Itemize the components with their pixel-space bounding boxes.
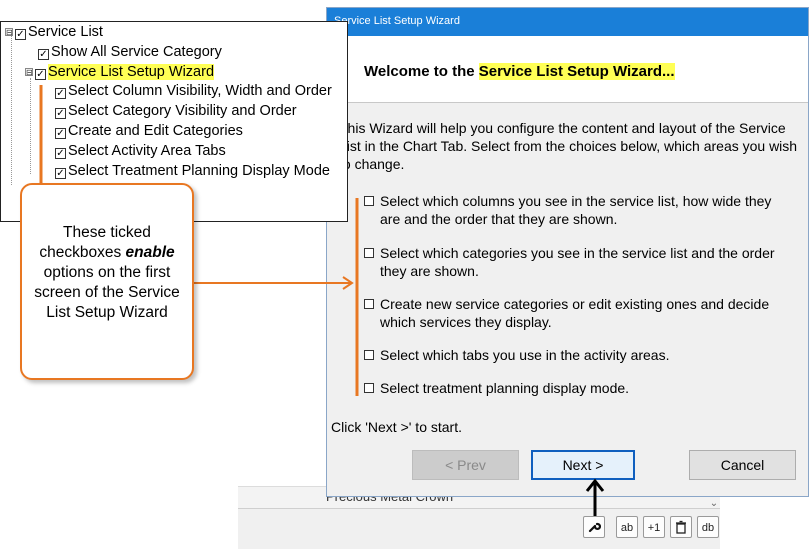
callout-text-after: options on the first screen of the Servi…: [34, 264, 180, 321]
callout-emphasis: enable: [125, 244, 175, 261]
callout-text: These ticked checkboxes enable options o…: [32, 223, 182, 323]
arrow-up-icon: [585, 478, 605, 516]
callout-box: These ticked checkboxes enable options o…: [20, 183, 194, 380]
